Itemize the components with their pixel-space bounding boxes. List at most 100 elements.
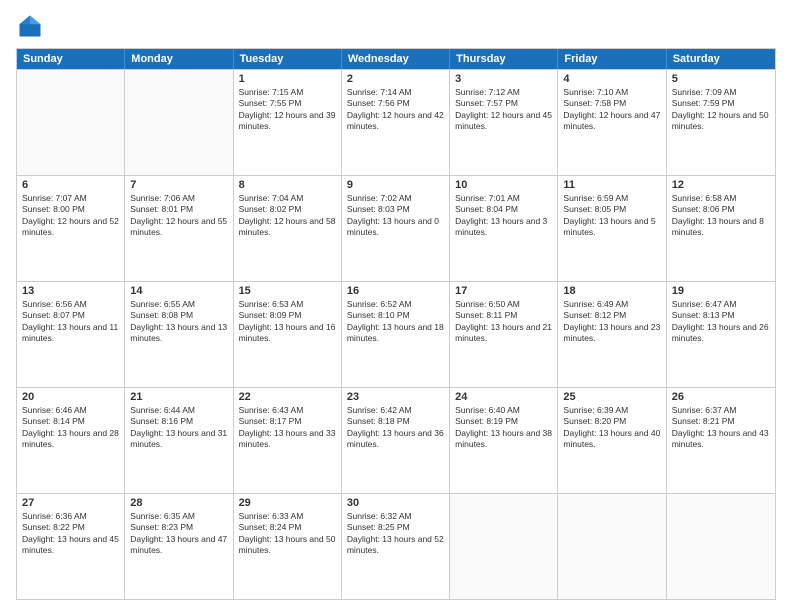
day-number: 5: [672, 73, 770, 85]
day-number: 13: [22, 285, 119, 297]
cal-cell: 17Sunrise: 6:50 AM Sunset: 8:11 PM Dayli…: [450, 282, 558, 387]
cell-info: Sunrise: 6:47 AM Sunset: 8:13 PM Dayligh…: [672, 299, 770, 345]
calendar: SundayMondayTuesdayWednesdayThursdayFrid…: [16, 48, 776, 600]
cal-cell: 20 Sunrise: 6:46 AM Sunset: 8:14 PM Dayli…: [17, 388, 125, 493]
day-number: 26: [672, 391, 770, 403]
week-row-2: 6 Sunrise: 7:07 AM Sunset: 8:00 PM Daylig…: [17, 175, 775, 281]
cal-cell: 8 Sunrise: 7:04 AM Sunset: 8:02 PM Daylig…: [234, 176, 342, 281]
day-number: 7: [130, 179, 227, 191]
day-number: 30: [347, 497, 444, 509]
day-number: 8: [239, 179, 336, 191]
cell-info: Sunrise: 6:32 AM Sunset: 8:25 PM Dayligh…: [347, 511, 444, 557]
cell-info: Sunrise: 6:50 AM Sunset: 8:11 PM Dayligh…: [455, 299, 552, 345]
day-number: 11: [563, 179, 660, 191]
cal-cell: 13 Sunrise: 6:56 AM Sunset: 8:07 PM Dayli…: [17, 282, 125, 387]
calendar-header: SundayMondayTuesdayWednesdayThursdayFrid…: [17, 49, 775, 69]
cell-info: Sunrise: 7:01 AM Sunset: 8:04 PM Dayligh…: [455, 193, 552, 239]
cell-info: Sunrise: 7:15 AM Sunset: 7:55 PM Dayligh…: [239, 87, 336, 133]
header-day-tuesday: Tuesday: [234, 49, 342, 69]
header: [16, 12, 776, 40]
day-number: 21: [130, 391, 227, 403]
calendar-page: SundayMondayTuesdayWednesdayThursdayFrid…: [0, 0, 792, 612]
cell-info: Sunrise: 7:04 AM Sunset: 8:02 PM Dayligh…: [239, 193, 336, 239]
day-number: 29: [239, 497, 336, 509]
day-number: 10: [455, 179, 552, 191]
cell-info: Sunrise: 6:58 AM Sunset: 8:06 PM Dayligh…: [672, 193, 770, 239]
header-day-wednesday: Wednesday: [342, 49, 450, 69]
cal-cell: 10 Sunrise: 7:01 AM Sunset: 8:04 PM Dayli…: [450, 176, 558, 281]
cal-cell: 24 Sunrise: 6:40 AM Sunset: 8:19 PM Dayli…: [450, 388, 558, 493]
cell-info: Sunrise: 6:53 AM Sunset: 8:09 PM Dayligh…: [239, 299, 336, 345]
cal-cell: [17, 70, 125, 175]
day-number: 25: [563, 391, 660, 403]
day-number: 23: [347, 391, 444, 403]
logo-icon: [16, 12, 44, 40]
cal-cell: 9Sunrise: 7:02 AM Sunset: 8:03 PM Daylig…: [342, 176, 450, 281]
cal-cell: 19 Sunrise: 6:47 AM Sunset: 8:13 PM Dayli…: [667, 282, 775, 387]
day-number: 4: [563, 73, 660, 85]
header-day-thursday: Thursday: [450, 49, 558, 69]
cal-cell: 15Sunrise: 6:53 AM Sunset: 8:09 PM Dayli…: [234, 282, 342, 387]
day-number: 27: [22, 497, 119, 509]
week-row-5: 27Sunrise: 6:36 AM Sunset: 8:22 PM Dayli…: [17, 493, 775, 599]
cal-cell: 14 Sunrise: 6:55 AM Sunset: 8:08 PM Dayli…: [125, 282, 233, 387]
cell-info: Sunrise: 7:09 AM Sunset: 7:59 PM Dayligh…: [672, 87, 770, 133]
cal-cell: 4 Sunrise: 7:10 AM Sunset: 7:58 PM Daylig…: [558, 70, 666, 175]
week-row-1: 1 Sunrise: 7:15 AM Sunset: 7:55 PM Daylig…: [17, 69, 775, 175]
cal-cell: 29 Sunrise: 6:33 AM Sunset: 8:24 PM Dayli…: [234, 494, 342, 599]
cal-cell: 5 Sunrise: 7:09 AM Sunset: 7:59 PM Daylig…: [667, 70, 775, 175]
header-day-friday: Friday: [558, 49, 666, 69]
cal-cell: [450, 494, 558, 599]
cell-info: Sunrise: 6:49 AM Sunset: 8:12 PM Dayligh…: [563, 299, 660, 345]
cal-cell: 3Sunrise: 7:12 AM Sunset: 7:57 PM Daylig…: [450, 70, 558, 175]
cell-info: Sunrise: 6:33 AM Sunset: 8:24 PM Dayligh…: [239, 511, 336, 557]
cal-cell: 12Sunrise: 6:58 AM Sunset: 8:06 PM Dayli…: [667, 176, 775, 281]
cal-cell: 2 Sunrise: 7:14 AM Sunset: 7:56 PM Daylig…: [342, 70, 450, 175]
cal-cell: 25 Sunrise: 6:39 AM Sunset: 8:20 PM Dayli…: [558, 388, 666, 493]
day-number: 24: [455, 391, 552, 403]
day-number: 18: [563, 285, 660, 297]
header-day-monday: Monday: [125, 49, 233, 69]
cal-cell: 6 Sunrise: 7:07 AM Sunset: 8:00 PM Daylig…: [17, 176, 125, 281]
cal-cell: 7 Sunrise: 7:06 AM Sunset: 8:01 PM Daylig…: [125, 176, 233, 281]
cal-cell: 16Sunrise: 6:52 AM Sunset: 8:10 PM Dayli…: [342, 282, 450, 387]
cell-info: Sunrise: 6:40 AM Sunset: 8:19 PM Dayligh…: [455, 405, 552, 451]
cell-info: Sunrise: 7:06 AM Sunset: 8:01 PM Dayligh…: [130, 193, 227, 239]
cell-info: Sunrise: 6:42 AM Sunset: 8:18 PM Dayligh…: [347, 405, 444, 451]
day-number: 19: [672, 285, 770, 297]
cell-info: Sunrise: 7:14 AM Sunset: 7:56 PM Dayligh…: [347, 87, 444, 133]
cell-info: Sunrise: 6:55 AM Sunset: 8:08 PM Dayligh…: [130, 299, 227, 345]
cal-cell: 30 Sunrise: 6:32 AM Sunset: 8:25 PM Dayli…: [342, 494, 450, 599]
day-number: 9: [347, 179, 444, 191]
day-number: 22: [239, 391, 336, 403]
cell-info: Sunrise: 6:37 AM Sunset: 8:21 PM Dayligh…: [672, 405, 770, 451]
cal-cell: [125, 70, 233, 175]
day-number: 20: [22, 391, 119, 403]
cell-info: Sunrise: 7:10 AM Sunset: 7:58 PM Dayligh…: [563, 87, 660, 133]
cal-cell: 21 Sunrise: 6:44 AM Sunset: 8:16 PM Dayli…: [125, 388, 233, 493]
cell-info: Sunrise: 6:39 AM Sunset: 8:20 PM Dayligh…: [563, 405, 660, 451]
cal-cell: 26 Sunrise: 6:37 AM Sunset: 8:21 PM Dayli…: [667, 388, 775, 493]
calendar-body: 1 Sunrise: 7:15 AM Sunset: 7:55 PM Daylig…: [17, 69, 775, 599]
cell-info: Sunrise: 6:44 AM Sunset: 8:16 PM Dayligh…: [130, 405, 227, 451]
cell-info: Sunrise: 6:46 AM Sunset: 8:14 PM Dayligh…: [22, 405, 119, 451]
header-day-saturday: Saturday: [667, 49, 775, 69]
day-number: 6: [22, 179, 119, 191]
cal-cell: 23 Sunrise: 6:42 AM Sunset: 8:18 PM Dayli…: [342, 388, 450, 493]
cell-info: Sunrise: 7:12 AM Sunset: 7:57 PM Dayligh…: [455, 87, 552, 133]
cell-info: Sunrise: 6:59 AM Sunset: 8:05 PM Dayligh…: [563, 193, 660, 239]
cell-info: Sunrise: 6:35 AM Sunset: 8:23 PM Dayligh…: [130, 511, 227, 557]
day-number: 14: [130, 285, 227, 297]
cal-cell: 27Sunrise: 6:36 AM Sunset: 8:22 PM Dayli…: [17, 494, 125, 599]
cell-info: Sunrise: 6:43 AM Sunset: 8:17 PM Dayligh…: [239, 405, 336, 451]
cal-cell: 11 Sunrise: 6:59 AM Sunset: 8:05 PM Dayli…: [558, 176, 666, 281]
day-number: 1: [239, 73, 336, 85]
cell-info: Sunrise: 6:52 AM Sunset: 8:10 PM Dayligh…: [347, 299, 444, 345]
cell-info: Sunrise: 6:56 AM Sunset: 8:07 PM Dayligh…: [22, 299, 119, 345]
header-day-sunday: Sunday: [17, 49, 125, 69]
cell-info: Sunrise: 7:07 AM Sunset: 8:00 PM Dayligh…: [22, 193, 119, 239]
cal-cell: 28Sunrise: 6:35 AM Sunset: 8:23 PM Dayli…: [125, 494, 233, 599]
logo: [16, 12, 48, 40]
day-number: 2: [347, 73, 444, 85]
week-row-3: 13 Sunrise: 6:56 AM Sunset: 8:07 PM Dayli…: [17, 281, 775, 387]
